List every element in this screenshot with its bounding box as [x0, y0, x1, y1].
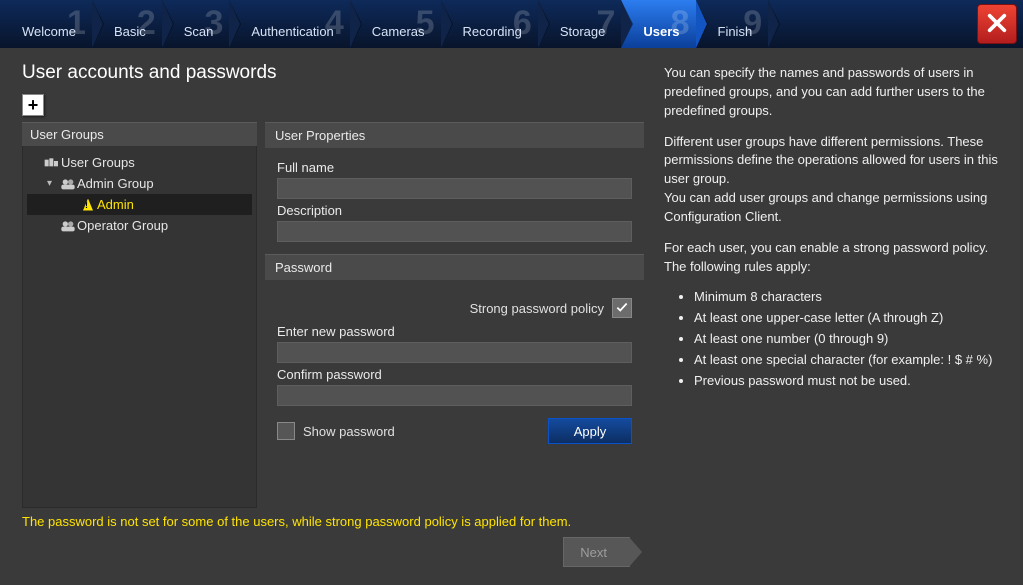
enter-password-input[interactable] [277, 342, 632, 363]
tree-header: User Groups [22, 122, 257, 146]
warning-icon [83, 199, 93, 211]
close-button[interactable] [977, 4, 1017, 44]
confirm-password-label: Confirm password [277, 367, 632, 382]
groups-icon [43, 156, 61, 170]
users-icon [59, 219, 77, 233]
help-paragraph: You can specify the names and passwords … [664, 64, 1005, 121]
password-rule: At least one upper-case letter (A throug… [694, 309, 1005, 328]
check-icon [615, 300, 629, 317]
tree-admin-group[interactable]: ▾ Admin Group [27, 173, 252, 194]
step-cameras[interactable]: Cameras5 [350, 0, 441, 48]
password-rule: Minimum 8 characters [694, 288, 1005, 307]
confirm-password-input[interactable] [277, 385, 632, 406]
password-rule: At least one special character (for exam… [694, 351, 1005, 370]
show-password-label: Show password [303, 424, 395, 439]
show-password-checkbox[interactable] [277, 422, 295, 440]
password-rule: At least one number (0 through 9) [694, 330, 1005, 349]
user-properties-header: User Properties [265, 122, 644, 148]
tree-admin-user[interactable]: Admin [27, 194, 252, 215]
user-groups-tree: User Groups ▾ Admin Group Admin [22, 146, 257, 508]
collapse-icon: ▾ [47, 178, 59, 189]
help-paragraph: For each user, you can enable a strong p… [664, 239, 1005, 277]
step-recording[interactable]: Recording6 [441, 0, 538, 48]
description-input[interactable] [277, 221, 632, 242]
step-storage[interactable]: Storage7 [538, 0, 622, 48]
warning-message: The password is not set for some of the … [22, 514, 644, 529]
step-authentication[interactable]: Authentication4 [229, 0, 349, 48]
next-button[interactable]: Next [563, 537, 630, 567]
add-user-button[interactable]: + [22, 94, 44, 116]
help-paragraph: Different user groups have different per… [664, 133, 1005, 227]
wizard-step-bar: Welcome1 Basic2 Scan3 Authentication4 Ca… [0, 0, 1023, 48]
full-name-input[interactable] [277, 178, 632, 199]
help-panel: You can specify the names and passwords … [658, 48, 1023, 585]
tree-operator-group[interactable]: Operator Group [27, 215, 252, 236]
apply-button[interactable]: Apply [548, 418, 632, 444]
page-title: User accounts and passwords [22, 62, 644, 84]
strong-password-policy-checkbox[interactable] [612, 298, 632, 318]
full-name-label: Full name [277, 160, 632, 175]
tree-root-user-groups[interactable]: User Groups [27, 152, 252, 173]
password-rules-list: Minimum 8 characters At least one upper-… [694, 288, 1005, 390]
password-header: Password [265, 254, 644, 280]
plus-icon: + [28, 95, 39, 116]
strong-password-policy-label: Strong password policy [470, 301, 604, 316]
description-label: Description [277, 203, 632, 218]
password-rule: Previous password must not be used. [694, 372, 1005, 391]
close-icon [986, 12, 1008, 37]
enter-password-label: Enter new password [277, 324, 632, 339]
users-icon [59, 177, 77, 191]
step-welcome[interactable]: Welcome1 [0, 0, 92, 48]
